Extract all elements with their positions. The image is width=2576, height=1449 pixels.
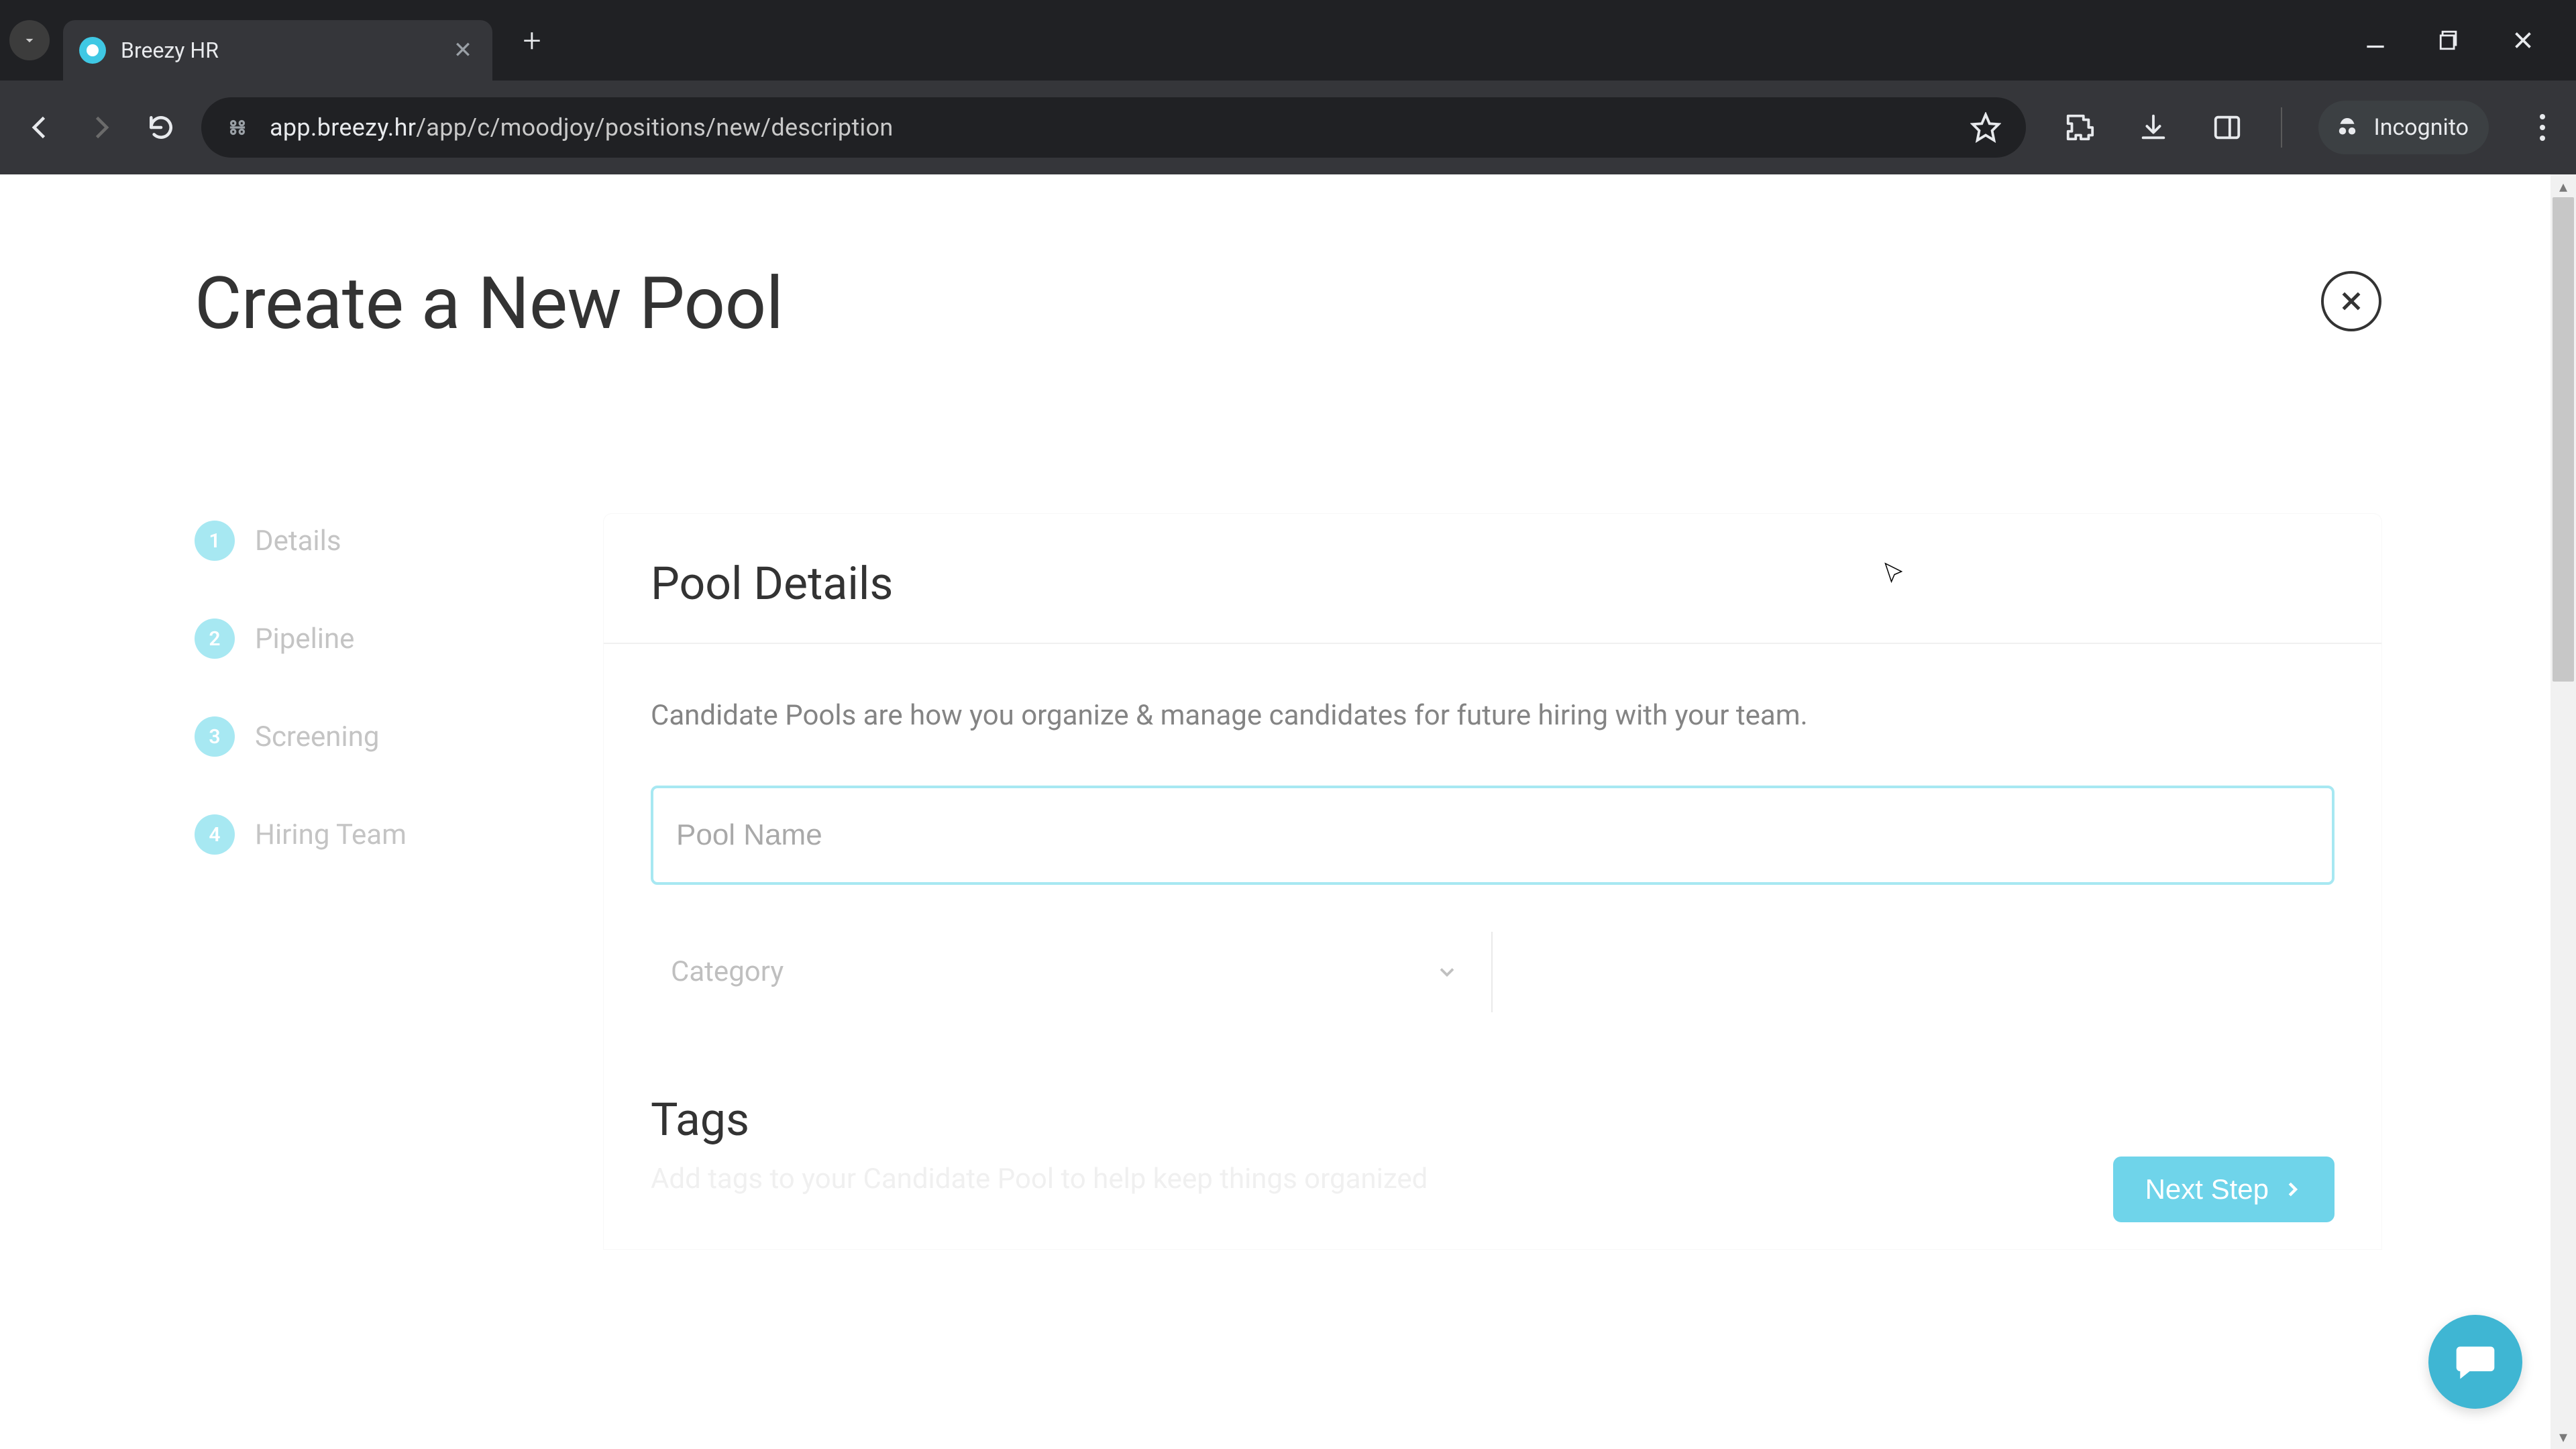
step-pipeline[interactable]: 2 Pipeline	[195, 619, 604, 659]
step-details[interactable]: 1 Details	[195, 521, 604, 561]
close-button[interactable]	[2321, 271, 2381, 331]
section-title-pool-details: Pool Details	[651, 557, 2334, 610]
chevron-down-icon	[1435, 960, 1459, 984]
url-text: app.breezy.hr/app/c/moodjoy/positions/ne…	[270, 113, 894, 142]
window-maximize-button[interactable]	[2432, 23, 2466, 57]
form-panel: Pool Details Candidate Pools are how you…	[604, 514, 2381, 1249]
panel-divider	[604, 643, 2381, 644]
chat-icon	[2453, 1339, 2498, 1385]
step-label: Pipeline	[255, 623, 354, 655]
step-label: Hiring Team	[255, 818, 407, 851]
step-hiring-team[interactable]: 4 Hiring Team	[195, 814, 604, 855]
window-close-button[interactable]	[2506, 23, 2540, 57]
next-step-button[interactable]: Next Step	[2113, 1157, 2334, 1222]
pool-name-input[interactable]	[651, 786, 2334, 885]
favicon-icon	[79, 37, 106, 64]
extensions-icon[interactable]	[2059, 107, 2100, 148]
steps-sidebar: 1 Details 2 Pipeline 3 Screening 4 Hirin…	[195, 514, 604, 1249]
section-title-tags: Tags	[651, 1093, 2334, 1146]
new-tab-button[interactable]: +	[508, 17, 555, 64]
window-minimize-button[interactable]	[2359, 23, 2392, 57]
next-step-label: Next Step	[2145, 1173, 2269, 1205]
pool-details-description: Candidate Pools are how you organize & m…	[651, 696, 2334, 736]
step-number: 1	[195, 521, 235, 561]
step-number: 3	[195, 716, 235, 757]
step-number: 4	[195, 814, 235, 855]
browser-tab[interactable]: Breezy HR ✕	[63, 20, 492, 80]
tab-close-button[interactable]: ✕	[449, 37, 476, 64]
toolbar-divider	[2281, 107, 2282, 148]
category-select[interactable]: Category	[651, 932, 1493, 1012]
address-bar[interactable]: app.breezy.hr/app/c/moodjoy/positions/ne…	[201, 97, 2026, 158]
side-panel-icon[interactable]	[2207, 107, 2247, 148]
step-number: 2	[195, 619, 235, 659]
step-label: Screening	[255, 720, 380, 753]
tab-title: Breezy HR	[121, 38, 449, 63]
browser-menu-button[interactable]	[2529, 114, 2556, 141]
reload-button[interactable]	[141, 107, 181, 148]
tags-description: Add tags to your Candidate Pool to help …	[651, 1160, 2334, 1199]
forward-button[interactable]	[80, 107, 121, 148]
category-placeholder: Category	[671, 955, 784, 988]
incognito-label: Incognito	[2373, 114, 2469, 141]
step-screening[interactable]: 3 Screening	[195, 716, 604, 757]
site-info-icon[interactable]	[221, 111, 254, 144]
tabs-search-button[interactable]	[9, 20, 50, 60]
incognito-indicator[interactable]: Incognito	[2318, 101, 2489, 154]
bookmark-star-icon[interactable]	[1966, 107, 2006, 148]
back-button[interactable]	[20, 107, 60, 148]
page-title: Create a New Pool	[195, 262, 784, 346]
chevron-right-icon	[2282, 1179, 2302, 1199]
step-label: Details	[255, 525, 341, 557]
downloads-icon[interactable]	[2133, 107, 2174, 148]
chat-widget-button[interactable]	[2428, 1315, 2522, 1409]
